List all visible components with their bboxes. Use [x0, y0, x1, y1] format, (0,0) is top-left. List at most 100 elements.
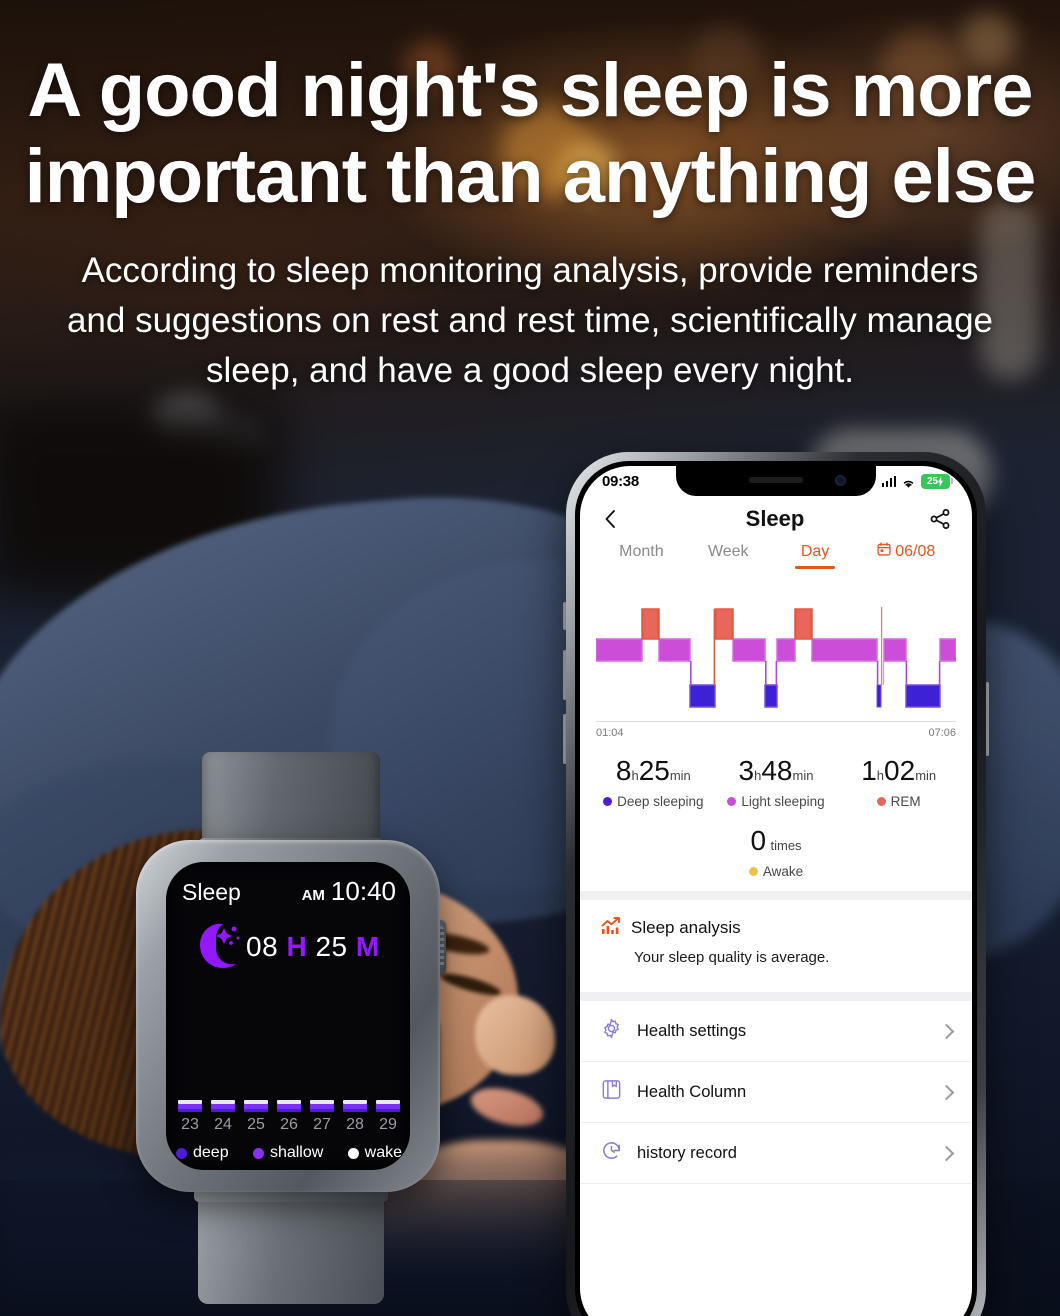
- watch-bar: [310, 1100, 334, 1112]
- page-title: A good night's sleep is more important t…: [24, 48, 1037, 219]
- stat-minutes-unit: min: [792, 768, 814, 783]
- stat-hours-unit: h: [631, 768, 639, 783]
- section-divider: [580, 891, 972, 900]
- stat-rem: 1h02min REM: [837, 755, 960, 809]
- date-picker[interactable]: 06/08: [858, 542, 954, 571]
- watch-legend-label: deep: [193, 1144, 229, 1161]
- watch-bar-deep: [343, 1109, 367, 1112]
- watch-bar: [244, 1100, 268, 1112]
- period-tabs: Month Week Day 06/08: [580, 536, 972, 571]
- tab-day[interactable]: Day: [772, 543, 859, 571]
- watch-legend-shallow: shallow: [252, 1144, 324, 1162]
- watch-bar: [376, 1100, 400, 1112]
- chart-light-segments: [596, 638, 956, 662]
- phone-screen: 09:38 25 Sleep Month Week Day 06/08 01:0…: [580, 466, 972, 1316]
- awake-unit: times: [770, 838, 802, 853]
- watch-day-label: 27: [313, 1116, 331, 1133]
- chart-start-time: 01:04: [596, 727, 624, 739]
- stat-label: Awake: [762, 864, 804, 879]
- stat-legend: REM: [837, 794, 960, 809]
- cellular-signal-icon: [881, 475, 896, 487]
- history-clock-icon: [600, 1139, 623, 1167]
- watch-bar: [178, 1100, 202, 1112]
- stat-legend: Light sleeping: [715, 794, 838, 809]
- book-icon: [600, 1078, 623, 1106]
- stat-minutes: 02: [884, 755, 916, 786]
- watch-bar-deep: [376, 1109, 400, 1112]
- watch-minutes: 25: [315, 931, 348, 962]
- crescent-moon-stars-icon: [180, 918, 242, 976]
- watch-bar: [277, 1100, 301, 1112]
- menu-item-history-record[interactable]: history record: [580, 1123, 972, 1184]
- chart-rem-segments: [641, 608, 813, 640]
- legend-dot-shallow: [252, 1147, 264, 1159]
- status-bar: 09:38 25: [580, 466, 972, 496]
- watch-bar-deep: [310, 1109, 334, 1112]
- stat-label: REM: [890, 794, 921, 809]
- sleep-stats-row-primary: 8h25min Deep sleeping 3h48min Light slee…: [592, 755, 960, 809]
- watch-clock-group: AM 10:40: [302, 876, 396, 907]
- watch-day-label: 24: [214, 1116, 232, 1133]
- chevron-right-icon: [938, 1023, 955, 1039]
- stat-hours-unit: h: [876, 768, 885, 783]
- menu-label: Health settings: [637, 1021, 747, 1040]
- analysis-title: Sleep analysis: [631, 917, 741, 937]
- chart-deep-segments: [689, 684, 941, 708]
- phone-bezel: 09:38 25 Sleep Month Week Day 06/08 01:0…: [575, 461, 977, 1316]
- legend-dot-wake: [347, 1147, 359, 1159]
- stat-label: Light sleeping: [741, 794, 825, 809]
- chevron-right-icon: [938, 1084, 955, 1100]
- stat-minutes-unit: min: [915, 768, 937, 783]
- page-header-title: Sleep: [745, 506, 805, 531]
- sleep-analysis-card[interactable]: Sleep analysis Your sleep quality is ave…: [580, 900, 972, 992]
- legend-dot-deep-sleeping: [603, 797, 613, 806]
- stat-hours: 1: [861, 755, 877, 786]
- watch-hours: 08: [246, 931, 279, 962]
- phone-frame: 09:38 25 Sleep Month Week Day 06/08 01:0…: [566, 452, 986, 1316]
- stat-value: 0 times: [592, 825, 960, 857]
- chart-trend-icon: [600, 914, 622, 941]
- chevron-left-icon[interactable]: [600, 508, 622, 530]
- legend-dot-rem: [876, 797, 886, 806]
- smartphone: 09:38 25 Sleep Month Week Day 06/08 01:0…: [563, 452, 989, 1316]
- stat-value: 1h02min: [837, 755, 960, 787]
- watch-legend-wake: wake: [347, 1144, 402, 1162]
- menu-item-health-column[interactable]: Health Column: [580, 1062, 972, 1123]
- watch-day-label: 26: [280, 1116, 298, 1133]
- menu-label: Health Column: [637, 1082, 747, 1101]
- watch-legend-label: wake: [364, 1144, 402, 1161]
- watch-day-label: 25: [247, 1116, 265, 1133]
- watch-day-label: 29: [379, 1116, 397, 1133]
- legend-dot-light-sleeping: [727, 797, 737, 806]
- sleep-stage-chart: [580, 571, 972, 721]
- hero-section: A good night's sleep is more important t…: [0, 48, 1060, 396]
- tab-month[interactable]: Month: [598, 543, 685, 571]
- stat-light-sleeping: 3h48min Light sleeping: [715, 755, 838, 809]
- watch-case: Sleep AM 10:40 08 H 25 M 23 24 25 26 27 …: [136, 840, 440, 1192]
- analysis-subtitle: Your sleep quality is average.: [634, 949, 830, 966]
- stat-value: 3h48min: [715, 755, 838, 787]
- sleep-stage-chart-svg: [596, 607, 956, 708]
- status-bar-indicators: 25: [881, 473, 953, 489]
- stat-hours: 8: [615, 755, 632, 786]
- sleep-stats-row-awake: 0 times Awake: [592, 825, 960, 879]
- wifi-icon: [901, 476, 916, 488]
- tab-week[interactable]: Week: [685, 543, 772, 571]
- watch-legend-label: shallow: [269, 1144, 324, 1161]
- stat-deep-sleeping: 8h25min Deep sleeping: [592, 755, 715, 809]
- chart-time-axis: 01:04 07:06: [596, 721, 956, 739]
- watch-weekly-chart: [178, 1100, 400, 1112]
- menu-item-health-settings[interactable]: Health settings: [580, 1001, 972, 1062]
- legend-dot-awake: [748, 867, 758, 876]
- sleep-stats: 8h25min Deep sleeping 3h48min Light slee…: [580, 739, 972, 891]
- calendar-icon: [877, 542, 891, 561]
- awake-count: 0: [750, 825, 767, 856]
- stat-label: Deep sleeping: [617, 794, 704, 809]
- legend-dot-deep: [176, 1147, 187, 1159]
- watch-minutes-unit: M: [355, 931, 380, 962]
- stat-minutes-unit: min: [669, 768, 691, 783]
- share-icon[interactable]: [928, 507, 952, 531]
- status-bar-time: 09:38: [602, 472, 639, 490]
- watch-legend: deep shallow wake: [176, 1144, 402, 1162]
- watch-bar-deep: [211, 1109, 235, 1112]
